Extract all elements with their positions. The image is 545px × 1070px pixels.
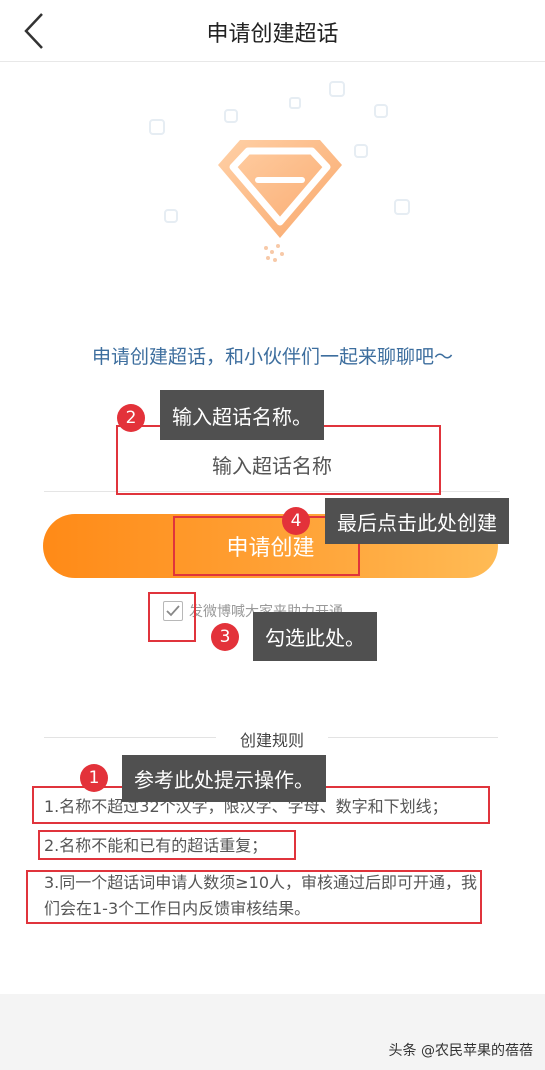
header-bar: 申请创建超话 xyxy=(0,0,545,62)
share-checkbox[interactable] xyxy=(163,601,183,621)
rule-item-3: 3.同一个超话词申请人数须≥10人，审核通过后即可开通，我们会在1-3个工作日内… xyxy=(44,873,478,918)
rule-item-2: 2.名称不能和已有的超话重复； xyxy=(44,836,268,855)
hero-illustration xyxy=(130,70,420,290)
rules-divider-left xyxy=(44,737,216,738)
page-title: 申请创建超话 xyxy=(206,22,339,47)
tagline-text: 申请创建超话，和小伙伴们一起来聊聊吧～ xyxy=(91,346,453,368)
annotation-number-3: 3 xyxy=(211,623,239,651)
annotation-number-4: 4 xyxy=(282,507,310,535)
rules-title: 创建规则 xyxy=(239,731,304,750)
annotation-label-2: 输入超话名称。 xyxy=(160,390,324,440)
checkmark-icon xyxy=(166,605,180,617)
super-topic-name-input[interactable] xyxy=(44,440,500,492)
annotation-number-1: 1 xyxy=(80,764,108,792)
annotation-label-3: 勾选此处。 xyxy=(253,612,377,661)
rules-divider-right xyxy=(328,737,498,738)
annotation-label-1: 参考此处提示操作。 xyxy=(122,755,326,802)
annotation-label-4: 最后点击此处创建 xyxy=(325,498,509,544)
super-topic-diamond-icon xyxy=(149,81,410,262)
annotation-number-2: 2 xyxy=(117,404,145,432)
watermark-text: 头条 @农民苹果的蓓蓓 xyxy=(388,1043,533,1059)
